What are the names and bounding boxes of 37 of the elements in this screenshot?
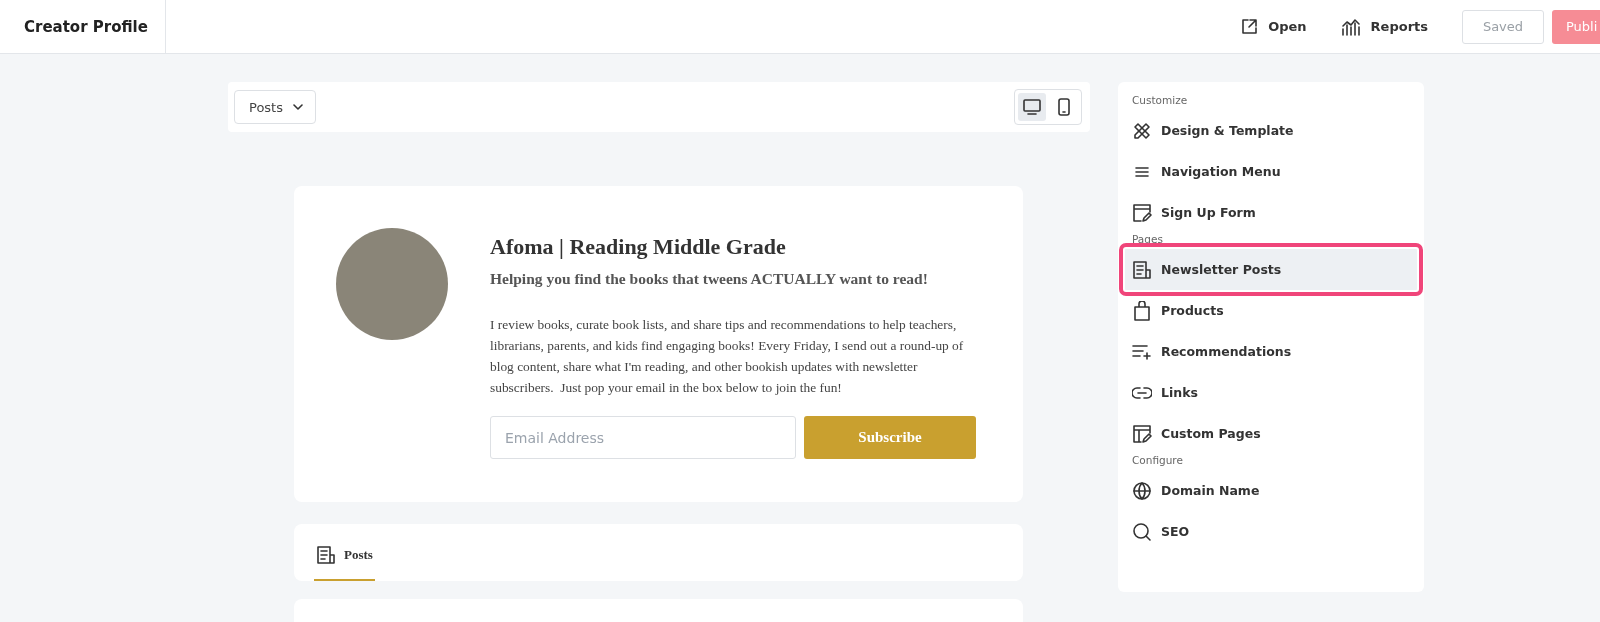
chart-icon: [1340, 17, 1361, 36]
profile-bio: I review books, curate book lists, and share tips and recommendations to help teachers, librarians, parents, and kids find engaging books! Every Friday, I send out a round-up of blog content, share what I'm reading, and other bookish updates with newsletter subscribers. Just pop your email in the box below to join the fun!: [490, 316, 965, 397]
mobile-icon: [1058, 98, 1070, 116]
desktop-icon: [1023, 99, 1041, 115]
sidebar-item[interactable]: Recommendations: [1125, 331, 1417, 372]
open-button[interactable]: Open: [1240, 17, 1307, 36]
profile-tagline: Helping you find the books that tweens ACTUALLY want to read!: [490, 270, 929, 288]
email-field[interactable]: Email Address: [490, 416, 796, 459]
newspaper-icon: [1132, 259, 1152, 280]
sidebar-item[interactable]: Domain Name: [1125, 470, 1417, 511]
newspaper-icon: [316, 545, 336, 565]
external-link-icon: [1240, 17, 1259, 36]
form-edit-icon: [1132, 202, 1152, 223]
section-heading: Configure: [1132, 454, 1184, 468]
app-title: Creator Profile: [0, 0, 166, 53]
list-sparkle-icon: [1132, 342, 1152, 361]
page-edit-icon: [1132, 423, 1152, 444]
sidebar-item[interactable]: Navigation Menu: [1125, 151, 1417, 192]
sidebar-item[interactable]: Custom Pages: [1125, 413, 1417, 454]
reports-button[interactable]: Reports: [1340, 17, 1428, 36]
posts-tab[interactable]: Posts: [314, 541, 375, 581]
sidebar-item[interactable]: Links: [1125, 372, 1417, 413]
sidebar-item[interactable]: SEO: [1125, 511, 1417, 552]
menu-icon: [1132, 165, 1152, 178]
desktop-view-toggle[interactable]: [1018, 93, 1046, 121]
search-icon: [1132, 521, 1152, 542]
sidebar-item[interactable]: Design & Template: [1125, 110, 1417, 151]
chevron-down-icon: [293, 104, 303, 110]
pencil-ruler-icon: [1132, 120, 1152, 141]
page-dropdown[interactable]: Posts: [234, 90, 316, 124]
section-heading: Customize: [1132, 94, 1189, 108]
link-icon: [1132, 385, 1152, 400]
globe-icon: [1132, 480, 1152, 501]
shopping-bag-icon: [1132, 300, 1152, 321]
sidebar-item[interactable]: Sign Up Form: [1125, 192, 1417, 233]
profile-name: Afoma | Reading Middle Grade: [490, 234, 787, 260]
sidebar-item[interactable]: Products: [1125, 290, 1417, 331]
